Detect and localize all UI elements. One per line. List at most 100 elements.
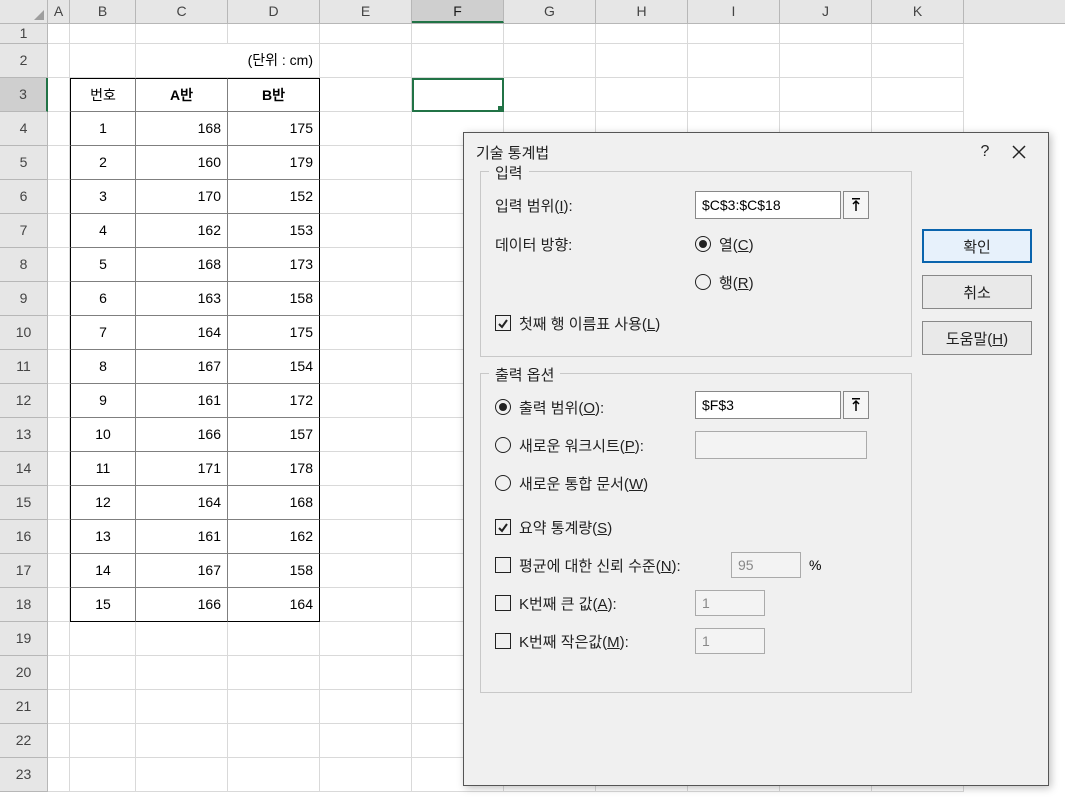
cell-E6[interactable] [320,180,412,214]
column-header-K[interactable]: K [872,0,964,23]
new-worksheet-radio[interactable]: 새로운 워크시트(P): [495,431,695,459]
cell-E8[interactable] [320,248,412,282]
collapse-range-icon[interactable] [843,191,869,219]
cell-A7[interactable] [48,214,70,248]
cell-B11[interactable]: 8 [70,350,136,384]
cell-A22[interactable] [48,724,70,758]
cell-C9[interactable]: 163 [136,282,228,316]
input-range-field[interactable] [695,191,841,219]
cell-C4[interactable]: 168 [136,112,228,146]
column-header-D[interactable]: D [228,0,320,23]
cell-B8[interactable]: 5 [70,248,136,282]
row-header-20[interactable]: 20 [0,656,48,690]
cell-B2[interactable] [70,44,136,78]
row-header-17[interactable]: 17 [0,554,48,588]
cell-E12[interactable] [320,384,412,418]
cell-C21[interactable] [136,690,228,724]
cell-A10[interactable] [48,316,70,350]
cell-E21[interactable] [320,690,412,724]
row-header-2[interactable]: 2 [0,44,48,78]
cell-E19[interactable] [320,622,412,656]
row-header-5[interactable]: 5 [0,146,48,180]
kth-largest-field[interactable] [695,590,765,616]
cell-A8[interactable] [48,248,70,282]
cell-B20[interactable] [70,656,136,690]
cell-E22[interactable] [320,724,412,758]
cell-C1[interactable] [136,24,228,44]
row-header-4[interactable]: 4 [0,112,48,146]
cell-C5[interactable]: 160 [136,146,228,180]
cell-E3[interactable] [320,78,412,112]
cell-A12[interactable] [48,384,70,418]
cell-E18[interactable] [320,588,412,622]
cell-J1[interactable] [780,24,872,44]
cell-B23[interactable] [70,758,136,792]
cell-D18[interactable]: 164 [228,588,320,622]
cell-B5[interactable]: 2 [70,146,136,180]
column-header-F[interactable]: F [412,0,504,23]
row-header-8[interactable]: 8 [0,248,48,282]
cell-B22[interactable] [70,724,136,758]
cell-C13[interactable]: 166 [136,418,228,452]
ok-button[interactable]: 확인 [922,229,1032,263]
cell-B14[interactable]: 11 [70,452,136,486]
cell-I3[interactable] [688,78,780,112]
kth-smallest-checkbox[interactable]: K번째 작은값(M): [495,627,695,655]
cell-A17[interactable] [48,554,70,588]
direction-row-radio[interactable]: 행(R) [695,268,754,296]
cell-A16[interactable] [48,520,70,554]
cell-D17[interactable]: 158 [228,554,320,588]
row-header-18[interactable]: 18 [0,588,48,622]
cell-E1[interactable] [320,24,412,44]
row-header-10[interactable]: 10 [0,316,48,350]
cell-D20[interactable] [228,656,320,690]
column-header-J[interactable]: J [780,0,872,23]
cell-D23[interactable] [228,758,320,792]
cell-H2[interactable] [596,44,688,78]
cell-B9[interactable]: 6 [70,282,136,316]
cell-B1[interactable] [70,24,136,44]
cell-B19[interactable] [70,622,136,656]
cell-B15[interactable]: 12 [70,486,136,520]
row-header-22[interactable]: 22 [0,724,48,758]
cell-B12[interactable]: 9 [70,384,136,418]
collapse-output-range-icon[interactable] [843,391,869,419]
cell-C16[interactable]: 161 [136,520,228,554]
cell-G2[interactable] [504,44,596,78]
cell-B17[interactable]: 14 [70,554,136,588]
row-header-6[interactable]: 6 [0,180,48,214]
row-header-9[interactable]: 9 [0,282,48,316]
cell-E7[interactable] [320,214,412,248]
cell-C3[interactable]: A반 [136,78,228,112]
cell-D3[interactable]: B반 [228,78,320,112]
cell-D2[interactable]: (단위 : cm) [228,44,320,78]
cell-B7[interactable]: 4 [70,214,136,248]
cell-E11[interactable] [320,350,412,384]
cell-F3[interactable] [412,78,504,112]
cell-D10[interactable]: 175 [228,316,320,350]
cell-C15[interactable]: 164 [136,486,228,520]
cell-G3[interactable] [504,78,596,112]
cell-K1[interactable] [872,24,964,44]
row-header-1[interactable]: 1 [0,24,48,44]
column-header-A[interactable]: A [48,0,70,23]
cell-E5[interactable] [320,146,412,180]
cell-K2[interactable] [872,44,964,78]
cell-E13[interactable] [320,418,412,452]
cell-H3[interactable] [596,78,688,112]
cell-A23[interactable] [48,758,70,792]
row-header-15[interactable]: 15 [0,486,48,520]
cell-D22[interactable] [228,724,320,758]
cell-D9[interactable]: 158 [228,282,320,316]
cell-E16[interactable] [320,520,412,554]
column-header-E[interactable]: E [320,0,412,23]
cell-A14[interactable] [48,452,70,486]
cell-D13[interactable]: 157 [228,418,320,452]
cell-D11[interactable]: 154 [228,350,320,384]
cell-B6[interactable]: 3 [70,180,136,214]
cell-C6[interactable]: 170 [136,180,228,214]
cell-D6[interactable]: 152 [228,180,320,214]
cancel-button[interactable]: 취소 [922,275,1032,309]
cell-D19[interactable] [228,622,320,656]
confidence-level-checkbox[interactable]: 평균에 대한 신뢰 수준(N): [495,551,731,579]
